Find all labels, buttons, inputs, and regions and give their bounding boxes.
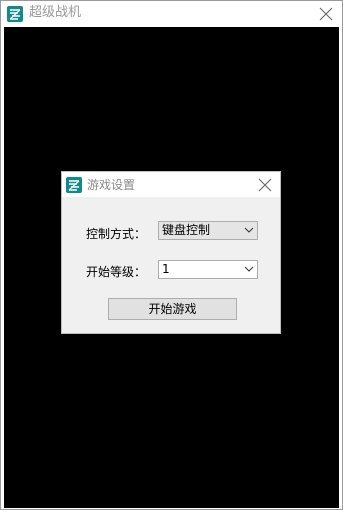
chevron-down-icon xyxy=(244,266,254,272)
title-bar[interactable]: 超级战机 xyxy=(1,1,342,26)
control-method-value: 键盘控制 xyxy=(162,223,211,237)
control-method-select[interactable]: 键盘控制 xyxy=(158,221,258,240)
start-game-button[interactable]: 开始游戏 xyxy=(108,298,237,320)
game-settings-dialog: 游戏设置 控制方式： 键盘控制 开始等级： 1 开始游戏 xyxy=(61,171,281,334)
control-method-label: 控制方式： xyxy=(86,227,147,241)
start-level-value: 1 xyxy=(162,262,170,276)
app-logo-icon xyxy=(66,177,82,193)
start-level-label: 开始等级： xyxy=(86,265,147,279)
dialog-title: 游戏设置 xyxy=(87,178,136,192)
dialog-title-bar[interactable]: 游戏设置 xyxy=(62,172,280,197)
close-icon[interactable] xyxy=(315,3,337,25)
close-icon[interactable] xyxy=(254,174,276,196)
chevron-down-icon xyxy=(244,227,254,233)
window-title: 超级战机 xyxy=(29,5,82,20)
start-level-select[interactable]: 1 xyxy=(158,260,258,279)
app-logo-icon xyxy=(7,6,23,22)
